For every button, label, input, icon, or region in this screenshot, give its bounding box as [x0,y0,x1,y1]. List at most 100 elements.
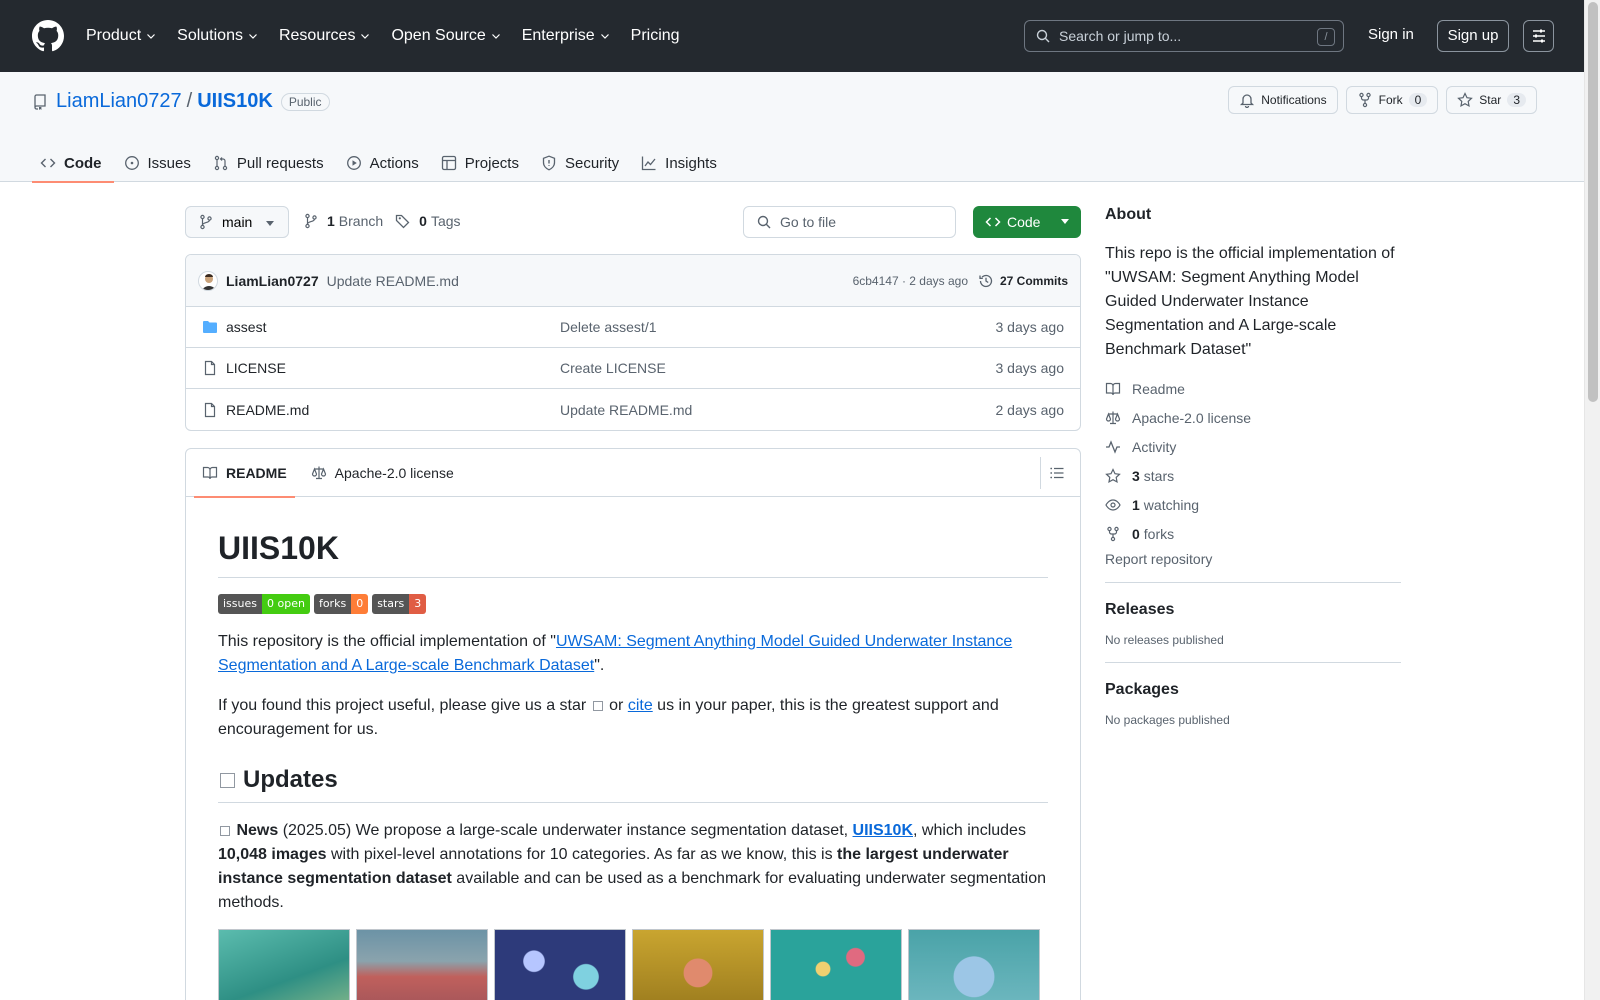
stars-link[interactable]: 3 stars [1105,461,1401,490]
fork-button[interactable]: Fork 0 [1345,86,1439,114]
commit-author-link[interactable]: LiamLian0727 [226,273,319,289]
dataset-sample-image [494,929,626,1000]
global-search-input[interactable]: Search or jump to... / [1024,20,1344,52]
nav-label: Enterprise [521,27,595,44]
readme-link[interactable]: Readme [1105,374,1401,403]
cite-link[interactable]: cite [628,697,653,714]
tab-license[interactable]: Apache-2.0 license [303,449,462,497]
branch-name: main [222,214,253,230]
releases-heading[interactable]: Releases [1105,601,1401,619]
file-commit-message[interactable]: Create LICENSE [560,360,666,376]
forks-count: 0 [1132,525,1140,542]
file-name-link[interactable]: assest [226,319,266,335]
commits-link[interactable]: 27 Commits [978,273,1068,289]
branch-selector-button[interactable]: main [185,206,289,238]
license-link[interactable]: Apache-2.0 license [1105,403,1401,432]
tab-label: Projects [464,154,519,172]
tab-insights[interactable]: Insights [633,144,729,182]
avatar[interactable] [198,270,218,291]
tab-label: Code [64,154,102,172]
shield-label: forks [313,594,352,614]
dataset-link[interactable]: UIIS10K [853,822,913,839]
nav-pricing[interactable]: Pricing [631,27,680,45]
table-row[interactable]: LICENSE Create LICENSE 3 days ago [186,348,1080,389]
about-heading: About [1105,206,1152,223]
graph-icon [642,156,656,171]
sign-in-link[interactable]: Sign in [1368,26,1414,43]
activity-link-label: Activity [1132,438,1177,455]
fork-count: 0 [1408,93,1428,107]
tab-pull-requests[interactable]: Pull requests [205,144,336,182]
outline-button[interactable] [1040,457,1072,489]
repo-owner-link[interactable]: LiamLian0727 [56,90,182,113]
caret-down-icon [266,221,274,226]
scrollbar-thumb[interactable] [1588,2,1598,402]
dataset-sample-image [356,929,488,1000]
tab-readme[interactable]: README [194,449,295,498]
commit-message-link[interactable]: Update README.md [327,273,459,289]
repo-sidebar: About This repo is the official implemen… [1105,206,1401,727]
file-toolbar: main 1 Branch 0 Tags Go to file Code [185,206,1081,238]
file-name-link[interactable]: README.md [226,402,309,418]
notifications-button[interactable]: Notifications [1228,86,1338,114]
code-dropdown-button[interactable]: Code [973,206,1081,238]
forks-shield[interactable]: forks 0 [313,594,369,614]
forks-label: forks [1143,525,1175,542]
tags-link[interactable]: 0 Tags [411,213,460,229]
watching-link[interactable]: 1 watching [1105,490,1401,519]
chevron-down-icon [147,34,156,39]
tab-code[interactable]: Code [32,144,114,183]
tab-projects[interactable]: Projects [433,144,531,182]
go-to-file-input[interactable]: Go to file [743,206,956,238]
file-commit-message[interactable]: Delete assest/1 [560,319,657,335]
tab-issues[interactable]: Issues [116,144,203,182]
repo-header: LiamLian0727 / UIIS10K Public Notificati… [0,72,1584,183]
issues-shield[interactable]: issues 0 open [218,594,310,614]
folder-icon [203,321,217,333]
tab-security[interactable]: Security [533,144,631,182]
github-logo-icon[interactable] [32,20,64,52]
visibility-badge: Public [280,92,330,111]
file-name-link[interactable]: LICENSE [226,360,286,376]
tab-label: Pull requests [236,154,324,172]
packages-heading[interactable]: Packages [1105,681,1401,699]
go-to-file-placeholder: Go to file [780,214,837,230]
repo-name-link[interactable]: UIIS10K [197,90,273,113]
star-button[interactable]: Star 3 [1446,86,1537,114]
table-row[interactable]: README.md Update README.md 2 days ago [186,389,1080,430]
nav-resources[interactable]: Resources [279,27,371,45]
page-scrollbar[interactable] [1584,0,1600,1000]
report-repository-link[interactable]: Report repository [1105,551,1401,567]
play-icon [346,156,361,170]
branches-link[interactable]: 1 Branch [319,213,383,229]
tab-label: Actions [369,154,419,172]
tab-label: Security [564,154,620,172]
nav-product[interactable]: Product [86,27,157,45]
tag-count: 0 [419,213,427,229]
nav-enterprise[interactable]: Enterprise [522,27,611,45]
bell-icon [1240,94,1255,108]
list-unordered-icon [1049,467,1063,479]
shield-label: issues [218,594,262,614]
tab-actions[interactable]: Actions [338,144,431,182]
settings-menu-button[interactable] [1523,20,1554,52]
commit-hash-date[interactable]: 6cb4147 · 2 days ago [853,274,968,288]
sign-up-button[interactable]: Sign up [1437,20,1509,52]
intro-text: This repository is the official implemen… [218,633,556,650]
activity-link[interactable]: Activity [1105,432,1401,461]
readme-title: UIIS10K [218,530,1048,578]
table-row[interactable]: assest Delete assest/1 3 days ago [186,307,1080,348]
forks-link[interactable]: 0 forks [1105,519,1401,548]
pulse-icon [1106,439,1120,454]
stars-shield[interactable]: stars 3 [372,594,427,614]
nav-label: Resources [278,27,356,44]
news-bold-count: 10,048 images [218,846,327,863]
search-icon [757,215,771,229]
nav-open-source[interactable]: Open Source [391,27,501,45]
nav-solutions[interactable]: Solutions [177,27,259,45]
license-link-label: Apache-2.0 license [1132,409,1252,426]
file-date: 2 days ago [995,401,1065,418]
branch-count: 1 [327,213,335,229]
repo-main: main 1 Branch 0 Tags Go to file Code Lia… [185,206,1081,1000]
file-commit-message[interactable]: Update README.md [560,402,692,418]
